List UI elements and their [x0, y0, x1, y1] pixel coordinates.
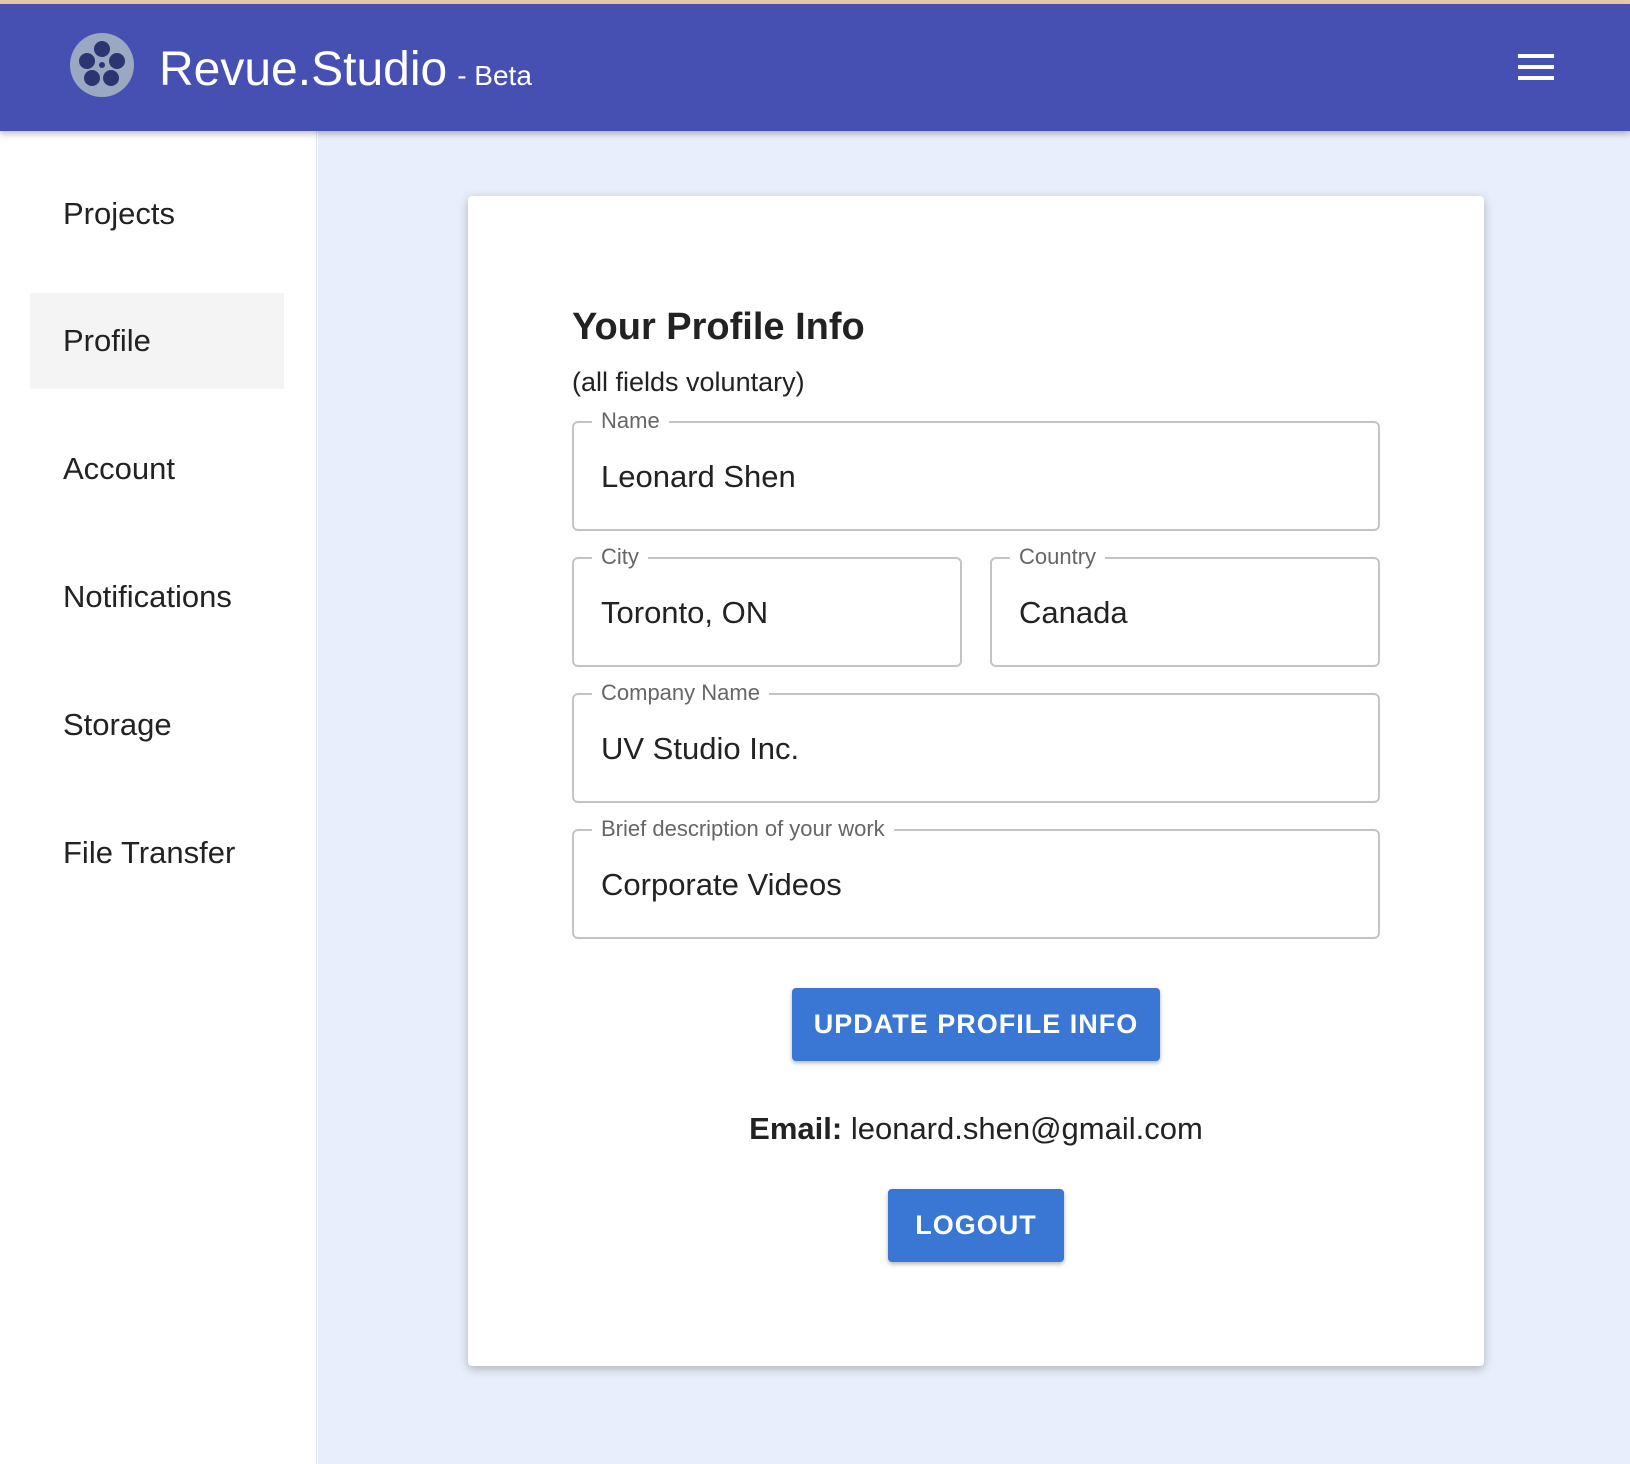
app-bar: Revue.Studio - Beta	[0, 4, 1630, 131]
name-input[interactable]: Leonard Shen	[601, 457, 1358, 497]
name-field[interactable]: Name Leonard Shen	[572, 406, 1380, 531]
sidebar-item-file-transfer[interactable]: File Transfer	[30, 805, 284, 901]
app-beta-tag: - Beta	[457, 60, 532, 91]
sidebar: Projects Profile Account Notifications S…	[0, 131, 317, 1464]
work-description-field-label: Brief description of your work	[592, 814, 894, 844]
work-description-field[interactable]: Brief description of your work Corporate…	[572, 814, 1380, 939]
page-title: Your Profile Info	[572, 306, 865, 348]
update-profile-button[interactable]: UPDATE PROFILE INFO	[792, 988, 1160, 1061]
company-input[interactable]: UV Studio Inc.	[601, 729, 1358, 769]
main-content: Your Profile Info (all fields voluntary)…	[318, 131, 1630, 1464]
city-input[interactable]: Toronto, ON	[601, 593, 940, 633]
sidebar-item-projects[interactable]: Projects	[30, 166, 284, 262]
city-field[interactable]: City Toronto, ON	[572, 542, 962, 667]
city-field-label: City	[592, 542, 648, 572]
email-display: Email: leonard.shen@gmail.com	[468, 1111, 1484, 1147]
sidebar-item-notifications[interactable]: Notifications	[30, 549, 284, 645]
sidebar-item-account[interactable]: Account	[30, 421, 284, 517]
sidebar-item-label: Notifications	[63, 579, 232, 614]
sidebar-item-label: Projects	[63, 196, 175, 231]
sidebar-item-label: File Transfer	[63, 835, 236, 870]
country-field-label: Country	[1010, 542, 1106, 572]
sidebar-item-storage[interactable]: Storage	[30, 677, 284, 773]
app-title[interactable]: Revue.Studio - Beta	[159, 40, 532, 106]
hamburger-menu-icon[interactable]	[1516, 52, 1556, 82]
work-description-input[interactable]: Corporate Videos	[601, 865, 1358, 905]
country-input[interactable]: Canada	[1019, 593, 1358, 633]
sidebar-item-label: Account	[63, 451, 176, 486]
country-field[interactable]: Country Canada	[990, 542, 1380, 667]
company-field[interactable]: Company Name UV Studio Inc.	[572, 678, 1380, 803]
sidebar-item-label: Storage	[63, 707, 172, 742]
app-name: Revue.Studio	[159, 43, 448, 96]
logout-button[interactable]: LOGOUT	[888, 1189, 1064, 1262]
film-reel-icon	[70, 33, 134, 97]
sidebar-item-label: Profile	[63, 323, 151, 358]
company-field-label: Company Name	[592, 678, 769, 708]
email-label: Email:	[749, 1111, 843, 1146]
profile-card: Your Profile Info (all fields voluntary)…	[468, 196, 1484, 1366]
page-subtitle: (all fields voluntary)	[572, 367, 805, 397]
name-field-label: Name	[592, 406, 669, 436]
sidebar-item-profile[interactable]: Profile	[30, 293, 284, 389]
email-value: leonard.shen@gmail.com	[850, 1111, 1203, 1146]
